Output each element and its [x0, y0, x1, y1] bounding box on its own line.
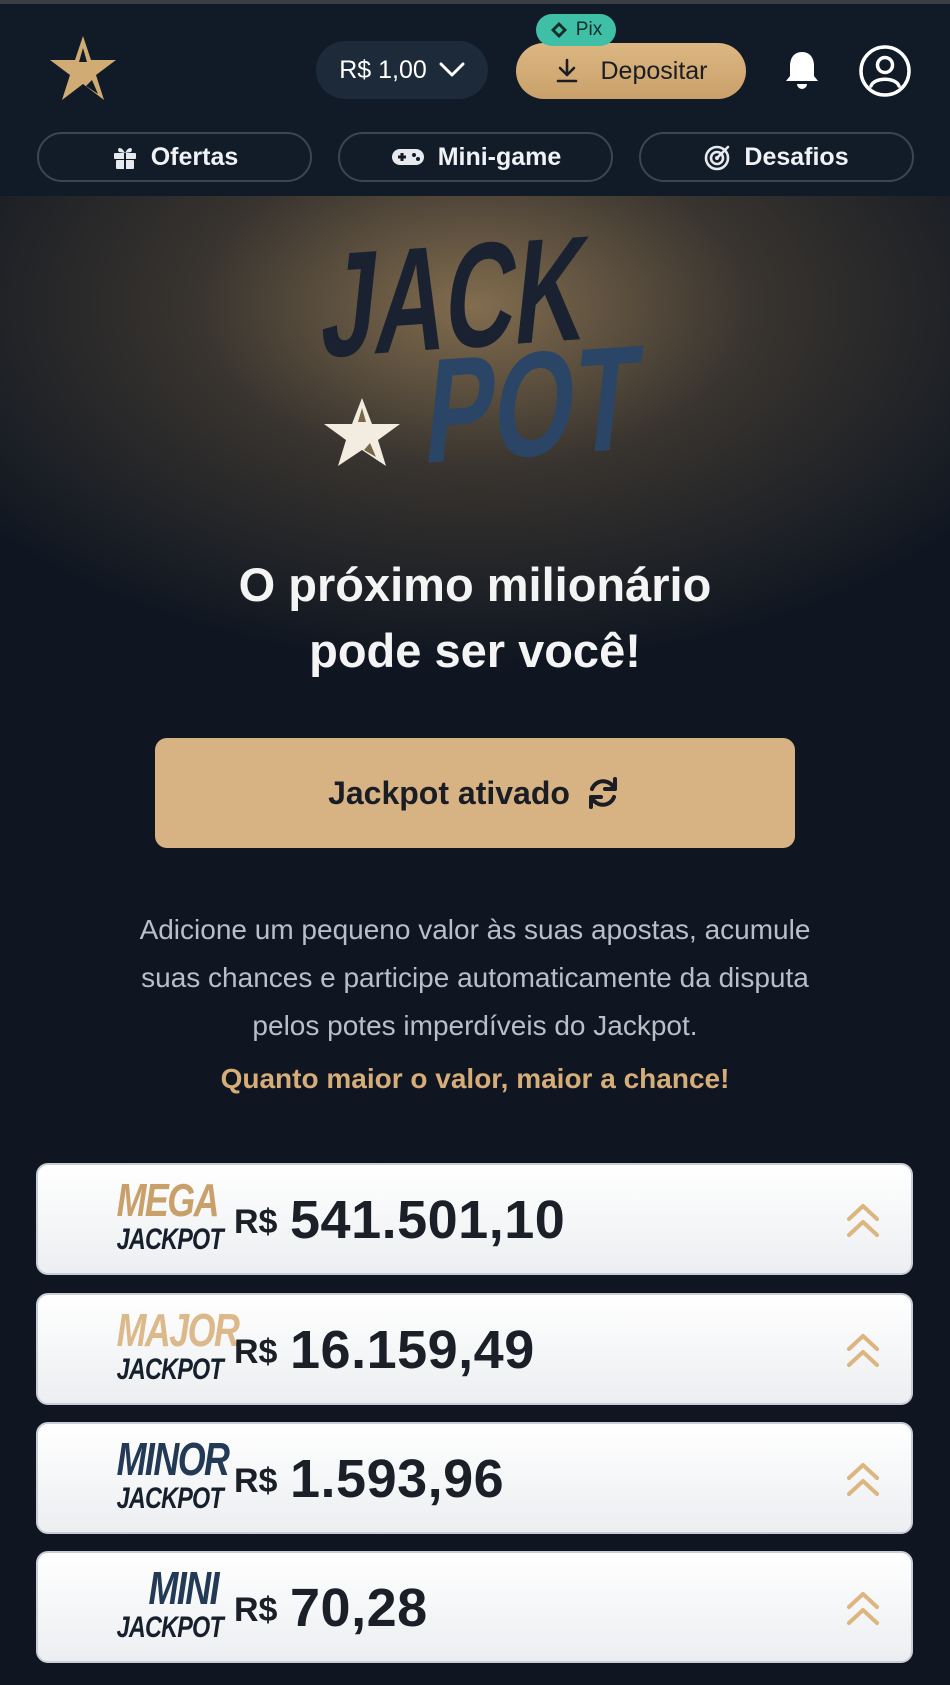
- deposit-button[interactable]: Depositar: [516, 43, 746, 99]
- jackpot-amount: 1.593,96: [290, 1449, 505, 1509]
- pix-icon: [550, 22, 567, 38]
- jackpot-card-mini[interactable]: MINI JACKPOT R$ 70,28: [36, 1551, 913, 1663]
- jackpot-amount: 16.159,49: [290, 1320, 535, 1380]
- user-account-icon[interactable]: [858, 44, 912, 98]
- jackpot-tier-name: MEGA: [116, 1174, 220, 1226]
- jackpot-currency: R$: [234, 1203, 278, 1241]
- jackpot-currency: R$: [234, 1462, 278, 1500]
- jackpot-amount: 70,28: [290, 1578, 428, 1638]
- balance-selector[interactable]: R$ 1,00: [316, 41, 488, 99]
- bell-icon[interactable]: [782, 48, 822, 92]
- star-logo-icon[interactable]: [48, 34, 118, 104]
- nav-desafios[interactable]: Desafios: [639, 132, 914, 182]
- jackpot-tier-name: MAJOR: [116, 1304, 240, 1356]
- jackpot-tier-badge: MINI JACKPOT: [88, 1562, 224, 1653]
- jackpot-tier-name: MINOR: [116, 1433, 230, 1485]
- description-line: suas chances e participe automaticamente…: [141, 962, 809, 993]
- app-header: R$ 1,00 Pix Depositar Ofertas Mini-game …: [0, 4, 950, 196]
- headline-line-1: O próximo milionário: [238, 558, 712, 611]
- double-chevron-up-icon[interactable]: [843, 1199, 883, 1243]
- jackpot-amount: 541.501,10: [290, 1190, 566, 1250]
- hero-headline: O próximo milionário pode ser você!: [0, 552, 950, 684]
- nav-mini-game-label: Mini-game: [437, 142, 562, 171]
- nav-ofertas-label: Ofertas: [150, 142, 239, 171]
- target-icon: [705, 145, 730, 171]
- jackpot-tier-sub: JACKPOT: [116, 1611, 224, 1644]
- jackpot-logo: JACK POT: [315, 205, 648, 496]
- pix-badge: Pix: [536, 14, 616, 46]
- cta-label: Jackpot ativado: [328, 774, 570, 811]
- jackpot-card-major[interactable]: MAJOR JACKPOT R$ 16.159,49: [36, 1293, 913, 1405]
- jackpot-logo-star-icon: [324, 398, 400, 466]
- nav-ofertas[interactable]: Ofertas: [37, 132, 312, 182]
- jackpot-logo-pot: POT: [418, 314, 648, 496]
- jackpot-card-mega[interactable]: MEGA JACKPOT R$ 541.501,10: [36, 1163, 913, 1275]
- jackpot-tier-sub: JACKPOT: [116, 1223, 224, 1256]
- gamepad-icon: [391, 149, 424, 165]
- gift-icon: [113, 147, 136, 169]
- jackpot-currency: R$: [234, 1333, 278, 1371]
- jackpot-description: Adicione um pequeno valor às suas aposta…: [60, 906, 890, 1050]
- nav-mini-game[interactable]: Mini-game: [338, 132, 613, 182]
- download-icon: [556, 58, 577, 83]
- nav-desafios-label: Desafios: [744, 142, 849, 171]
- headline-line-2: pode ser você!: [309, 624, 641, 677]
- jackpot-tier-name: MINI: [148, 1562, 219, 1614]
- deposit-label: Depositar: [600, 56, 708, 85]
- double-chevron-up-icon[interactable]: [843, 1458, 883, 1502]
- jackpot-tier-badge: MEGA JACKPOT: [88, 1174, 224, 1265]
- description-line: pelos potes imperdíveis do Jackpot.: [252, 1010, 698, 1041]
- jackpot-tier-badge: MAJOR JACKPOT: [88, 1304, 240, 1395]
- jackpot-tier-badge: MINOR JACKPOT: [88, 1433, 230, 1524]
- pix-badge-label: Pix: [575, 19, 603, 40]
- double-chevron-up-icon[interactable]: [843, 1587, 883, 1631]
- jackpot-currency: R$: [234, 1591, 278, 1629]
- chevron-down-icon: [439, 62, 465, 77]
- jackpot-card-minor[interactable]: MINOR JACKPOT R$ 1.593,96: [36, 1422, 913, 1534]
- jackpot-activated-button[interactable]: Jackpot ativado: [155, 738, 795, 848]
- jackpot-tier-sub: JACKPOT: [116, 1482, 224, 1515]
- jackpot-tier-sub: JACKPOT: [116, 1353, 224, 1386]
- description-line: Adicione um pequeno valor às suas aposta…: [139, 914, 811, 945]
- chance-highlight: Quanto maior o valor, maior a chance!: [220, 1063, 730, 1094]
- balance-amount: R$ 1,00: [339, 55, 427, 84]
- refresh-icon: [588, 777, 617, 809]
- double-chevron-up-icon[interactable]: [843, 1329, 883, 1373]
